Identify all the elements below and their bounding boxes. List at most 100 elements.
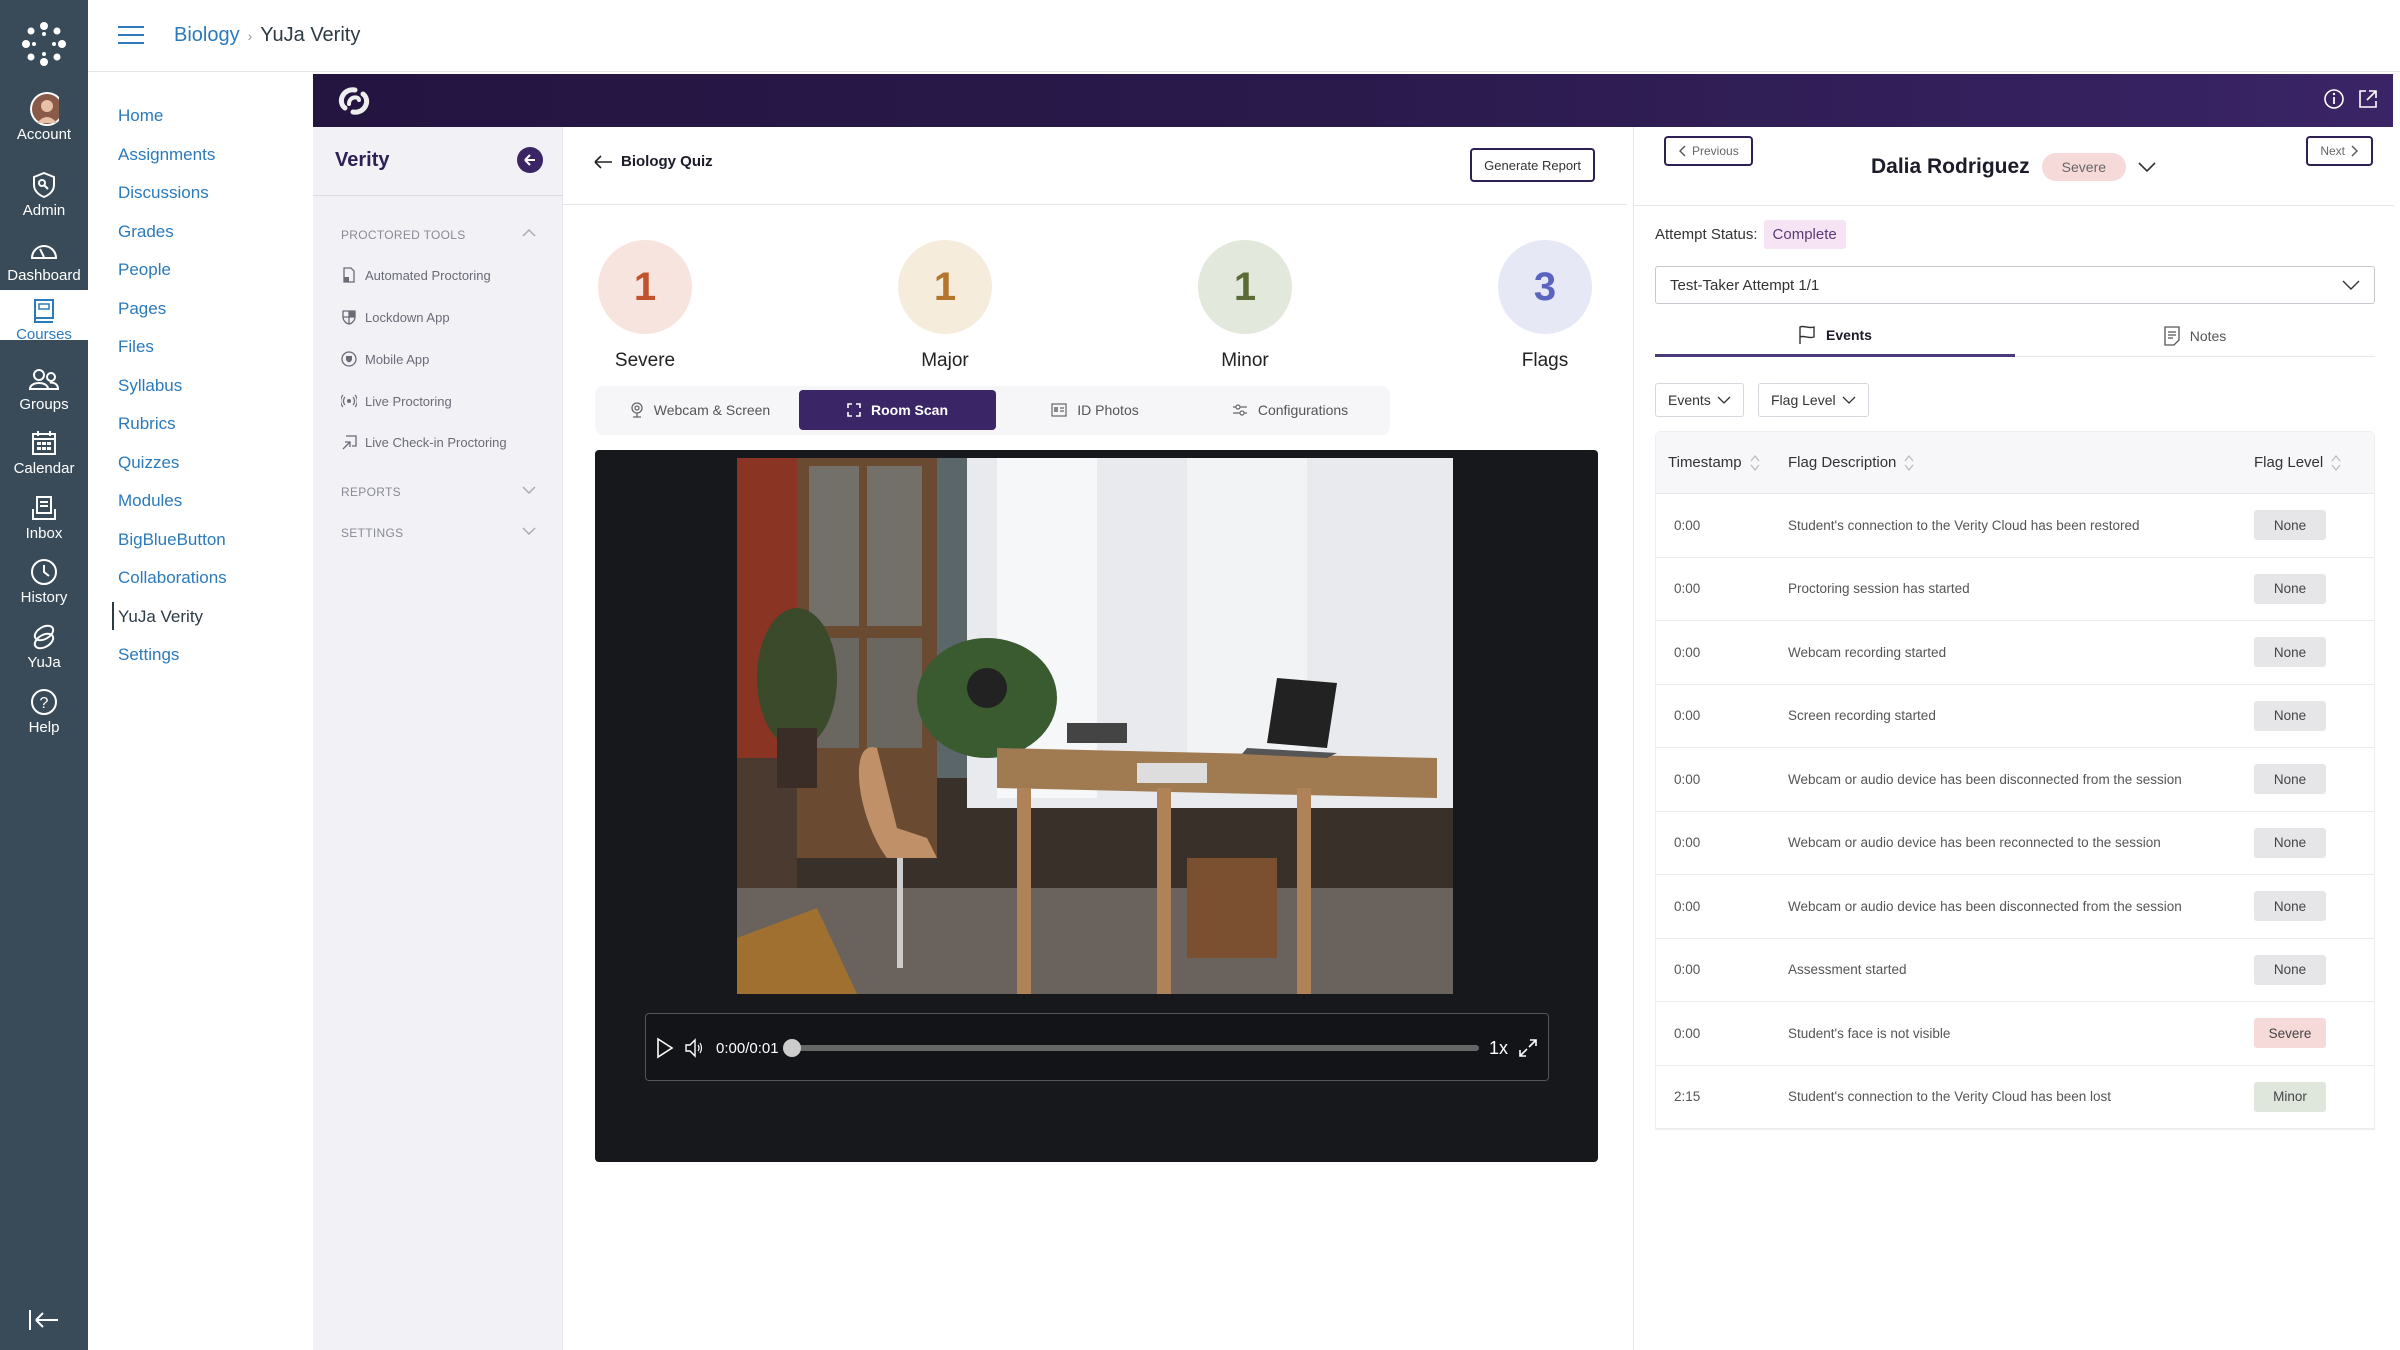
course-nav-pages[interactable]: Pages [118,298,308,337]
cell-timestamp: 0:00 [1674,962,1701,978]
header-flag-level[interactable]: Flag Level [2254,454,2374,472]
course-nav-settings[interactable]: Settings [118,644,308,683]
course-nav-people[interactable]: People [118,259,308,298]
top-bar: Biology › YuJa Verity [88,0,2400,72]
document-camera-icon [343,267,355,283]
yuja-logo-icon [338,87,370,115]
global-nav-courses[interactable]: Courses [0,290,88,343]
canvas-logo-icon[interactable] [20,20,68,68]
course-nav-collaborations[interactable]: Collaborations [118,567,308,606]
stat-label: Severe [614,350,676,371]
tool-live-checkin-proctoring[interactable]: Live Check-in Proctoring [341,434,507,450]
avatar-icon [29,92,59,126]
course-nav-grades[interactable]: Grades [118,221,308,260]
table-row[interactable]: 0:00 Webcam or audio device has been disc… [1656,875,2374,939]
seek-bar[interactable] [782,1039,1479,1057]
play-icon[interactable] [656,1037,674,1059]
cell-timestamp: 0:00 [1674,708,1701,724]
cell-flag-description: Screen recording started [1788,708,1936,724]
sort-icon [1904,454,1914,471]
global-nav-admin[interactable]: Admin [0,170,88,234]
cell-timestamp: 0:00 [1674,771,1701,787]
global-nav-yuja[interactable]: YuJa [0,622,88,686]
course-nav-files[interactable]: Files [118,336,308,375]
course-nav-rubrics[interactable]: Rubrics [118,413,308,452]
table-row[interactable]: 2:15 Student's connection to the Verity C… [1656,1066,2374,1129]
cell-flag-level: None [2254,764,2374,795]
stat-circle: 3 [1498,240,1592,334]
cell-flag-level: None [2254,954,2374,985]
info-icon[interactable] [2323,88,2345,110]
fullscreen-icon[interactable] [1518,1038,1538,1058]
tab-events[interactable]: Events [1655,315,2015,357]
video-player[interactable]: 0:00/0:01 1x [595,450,1598,1162]
tool-automated-proctoring[interactable]: Automated Proctoring [341,267,491,283]
volume-icon[interactable] [684,1038,706,1058]
generate-report-button[interactable]: Generate Report [1470,148,1595,182]
cell-flag-description: Webcam or audio device has been reconnec… [1788,835,2161,851]
section-proctored-tools[interactable]: PROCTORED TOOLS [341,228,536,242]
global-nav-inbox[interactable]: Inbox [0,493,88,557]
back-to-quiz-link[interactable]: Biology Quiz [593,153,713,170]
section-reports[interactable]: REPORTS [341,485,536,499]
playback-speed[interactable]: 1x [1489,1038,1508,1059]
student-level-badge: Severe [2041,153,2127,181]
student-name: Dalia Rodriguez [1870,155,2030,178]
tool-mobile-app[interactable]: Mobile App [341,351,429,367]
table-row[interactable]: 0:00 Proctoring session has started None [1656,558,2374,621]
cell-flag-description: Student's connection to the Verity Cloud… [1788,517,2140,533]
seek-thumb[interactable] [782,1039,801,1057]
tool-live-proctoring[interactable]: Live Proctoring [341,393,452,409]
global-nav-account[interactable]: Account [0,92,88,158]
tab-notes[interactable]: Notes [2015,315,2375,357]
global-nav-history[interactable]: History [0,557,88,621]
cell-flag-level: None [2254,637,2374,668]
course-nav-assignments[interactable]: Assignments [118,144,308,183]
tool-lockdown-app[interactable]: Lockdown App [341,309,450,325]
course-nav-home[interactable]: Home [118,105,308,144]
table-row[interactable]: 0:00 Assessment started None [1656,939,2374,1002]
course-nav-quizzes[interactable]: Quizzes [118,452,308,491]
chevron-down-icon[interactable] [2138,161,2156,173]
course-nav-yuja-verity[interactable]: YuJa Verity [112,601,308,645]
collapse-sidebar-button[interactable] [517,147,543,173]
calendar-icon [29,428,59,458]
chevron-down-icon [1842,396,1856,404]
course-nav-syllabus[interactable]: Syllabus [118,375,308,414]
playback-time: 0:00/0:01 [716,1039,779,1057]
collapse-nav-icon[interactable] [28,1308,60,1332]
mobile-shield-icon [341,351,357,367]
flag-level-badge: Severe [2254,1018,2326,1049]
tab-room-scan[interactable]: Room Scan [799,390,996,430]
table-row[interactable]: 0:00 Student's connection to the Verity C… [1656,494,2374,558]
header-flag-description[interactable]: Flag Description [1788,454,2254,472]
hamburger-menu-icon[interactable] [118,26,144,46]
table-row[interactable]: 0:00 Student's face is not visible Severe [1656,1002,2374,1066]
cell-timestamp: 0:00 [1674,1025,1701,1041]
course-nav-discussions[interactable]: Discussions [118,182,308,221]
main-content: Biology Quiz Generate Report 1 Severe 1 … [563,127,1627,1350]
flag-level-filter[interactable]: Flag Level [1758,383,1869,417]
tab-id-photos[interactable]: ID Photos [1000,390,1190,430]
table-row[interactable]: 0:00 Webcam or audio device has been disc… [1656,748,2374,812]
tab-configurations[interactable]: Configurations [1195,390,1385,430]
global-nav-calendar[interactable]: Calendar [0,428,88,492]
course-nav-bigbluebutton[interactable]: BigBlueButton [118,529,308,568]
breadcrumb-course-link[interactable]: Biology [174,24,240,47]
course-nav-modules[interactable]: Modules [118,490,308,529]
table-row[interactable]: 0:00 Webcam recording started None [1656,621,2374,685]
tab-webcam-screen[interactable]: Webcam & Screen [605,390,795,430]
yuja-icon [29,622,59,652]
header-timestamp[interactable]: Timestamp [1656,454,1788,472]
open-external-icon[interactable] [2357,88,2379,110]
section-settings[interactable]: SETTINGS [341,526,536,540]
table-row[interactable]: 0:00 Screen recording started None [1656,685,2374,748]
global-nav-help[interactable]: ? Help [0,687,88,751]
cell-flag-description: Webcam recording started [1788,644,1947,660]
broadcast-icon [341,394,357,408]
global-nav-groups[interactable]: Groups [0,364,88,428]
table-body: 0:00 Student's connection to the Verity C… [1656,494,2374,1129]
events-filter[interactable]: Events [1655,383,1744,417]
table-row[interactable]: 0:00 Webcam or audio device has been reco… [1656,812,2374,875]
attempt-select[interactable]: Test-Taker Attempt 1/1 [1655,266,2375,304]
